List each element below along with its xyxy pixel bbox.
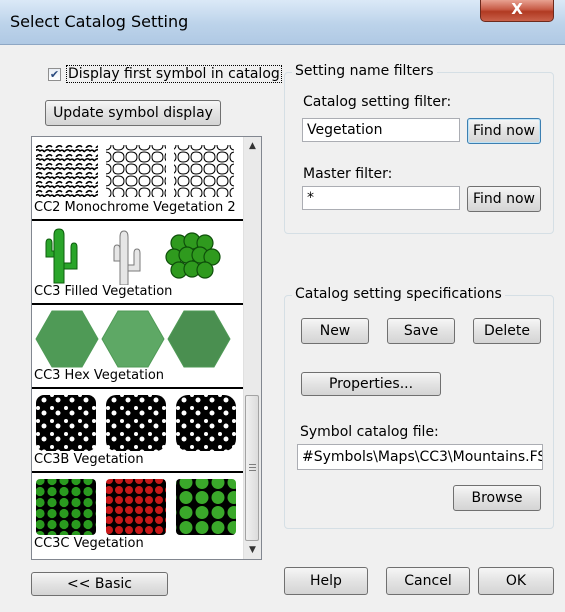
help-button[interactable]: Help <box>284 567 368 595</box>
scroll-thumb[interactable] <box>245 395 259 541</box>
help-label: Help <box>310 573 342 589</box>
basic-button-label: << Basic <box>67 576 132 592</box>
ok-button[interactable]: OK <box>478 567 554 595</box>
filled-vegetation-icon <box>45 228 221 285</box>
catalog-item-name: CC3 Hex Vegetation <box>34 368 165 383</box>
save-label: Save <box>403 323 439 339</box>
window-title: Select Catalog Setting <box>10 12 189 31</box>
monochrome-vegetation-icon <box>36 145 234 197</box>
list-item-cc3b[interactable]: CC3B Vegetation <box>32 389 244 473</box>
catalog-setting-filter-input[interactable]: Vegetation <box>302 118 460 142</box>
find-now-button-master[interactable]: Find now <box>467 186 541 212</box>
delete-button[interactable]: Delete <box>473 318 541 344</box>
save-button[interactable]: Save <box>387 318 455 344</box>
checkmark-icon: ✔ <box>49 67 60 81</box>
browse-button[interactable]: Browse <box>453 485 541 511</box>
thumb-grip <box>249 467 256 468</box>
close-icon: X <box>511 0 523 18</box>
title-bar[interactable]: Select Catalog Setting X <box>0 0 565 45</box>
browse-label: Browse <box>471 490 523 506</box>
cancel-button[interactable]: Cancel <box>386 567 470 595</box>
catalog-item-name: CC3B Vegetation <box>34 452 144 467</box>
find-now-button-catalog[interactable]: Find now <box>467 118 541 144</box>
list-item-cc3-hex[interactable]: CC3 Hex Vegetation <box>32 305 244 389</box>
catalog-list-scrollbar[interactable]: ▲ ▼ <box>243 137 261 559</box>
display-first-symbol-checkbox-row[interactable]: ✔ Display first symbol in catalog <box>48 65 282 83</box>
basic-button[interactable]: << Basic <box>31 572 168 596</box>
new-button[interactable]: New <box>301 318 369 344</box>
thumb-grip <box>249 464 256 465</box>
update-symbol-display-label: Update symbol display <box>53 105 213 121</box>
scroll-up-arrow-icon[interactable]: ▲ <box>244 137 261 154</box>
properties-label: Properties... <box>328 376 414 392</box>
catalog-setting-specifications-title: Catalog setting specifications <box>292 286 505 302</box>
master-filter-label: Master filter: <box>303 166 393 182</box>
display-first-symbol-label: Display first symbol in catalog <box>66 65 282 83</box>
cc3c-vegetation-icon <box>36 479 236 535</box>
catalog-item-name: CC3C Vegetation <box>34 536 144 551</box>
cancel-label: Cancel <box>404 573 452 589</box>
symbol-catalog-file-input[interactable]: #Symbols\Maps\CC3\Mountains.FSC <box>297 444 543 470</box>
master-filter-input[interactable]: * <box>302 186 460 210</box>
list-item-cc2-monochrome[interactable]: CC2 Monochrome Vegetation 2 <box>32 137 244 221</box>
update-symbol-display-button[interactable]: Update symbol display <box>45 100 221 126</box>
catalog-item-name: CC3 Filled Vegetation <box>34 284 173 299</box>
delete-label: Delete <box>484 323 530 339</box>
catalog-list[interactable]: CC2 Monochrome Vegetation 2 CC3 Filled V… <box>31 136 262 560</box>
properties-button[interactable]: Properties... <box>301 372 441 396</box>
list-item-cc3c[interactable]: CC3C Vegetation <box>32 473 244 557</box>
new-label: New <box>319 323 351 339</box>
ok-label: OK <box>505 573 527 589</box>
list-item-cc3-filled[interactable]: CC3 Filled Vegetation <box>32 221 244 305</box>
thumb-grip <box>249 470 256 471</box>
catalog-setting-filter-label: Catalog setting filter: <box>303 94 452 110</box>
symbol-catalog-file-label: Symbol catalog file: <box>300 424 439 440</box>
cc3b-vegetation-icon <box>36 395 236 451</box>
dialog-window: Select Catalog Setting X ✔ Display first… <box>0 0 565 612</box>
hex-vegetation-icon <box>35 310 231 368</box>
setting-name-filters-title: Setting name filters <box>292 63 437 79</box>
find-now-label: Find now <box>472 191 536 207</box>
find-now-label: Find now <box>472 123 536 139</box>
catalog-item-name: CC2 Monochrome Vegetation 2 <box>34 200 236 215</box>
scroll-down-arrow-icon[interactable]: ▼ <box>244 541 261 558</box>
close-button[interactable]: X <box>480 0 554 22</box>
display-first-symbol-checkbox[interactable]: ✔ <box>48 67 61 81</box>
